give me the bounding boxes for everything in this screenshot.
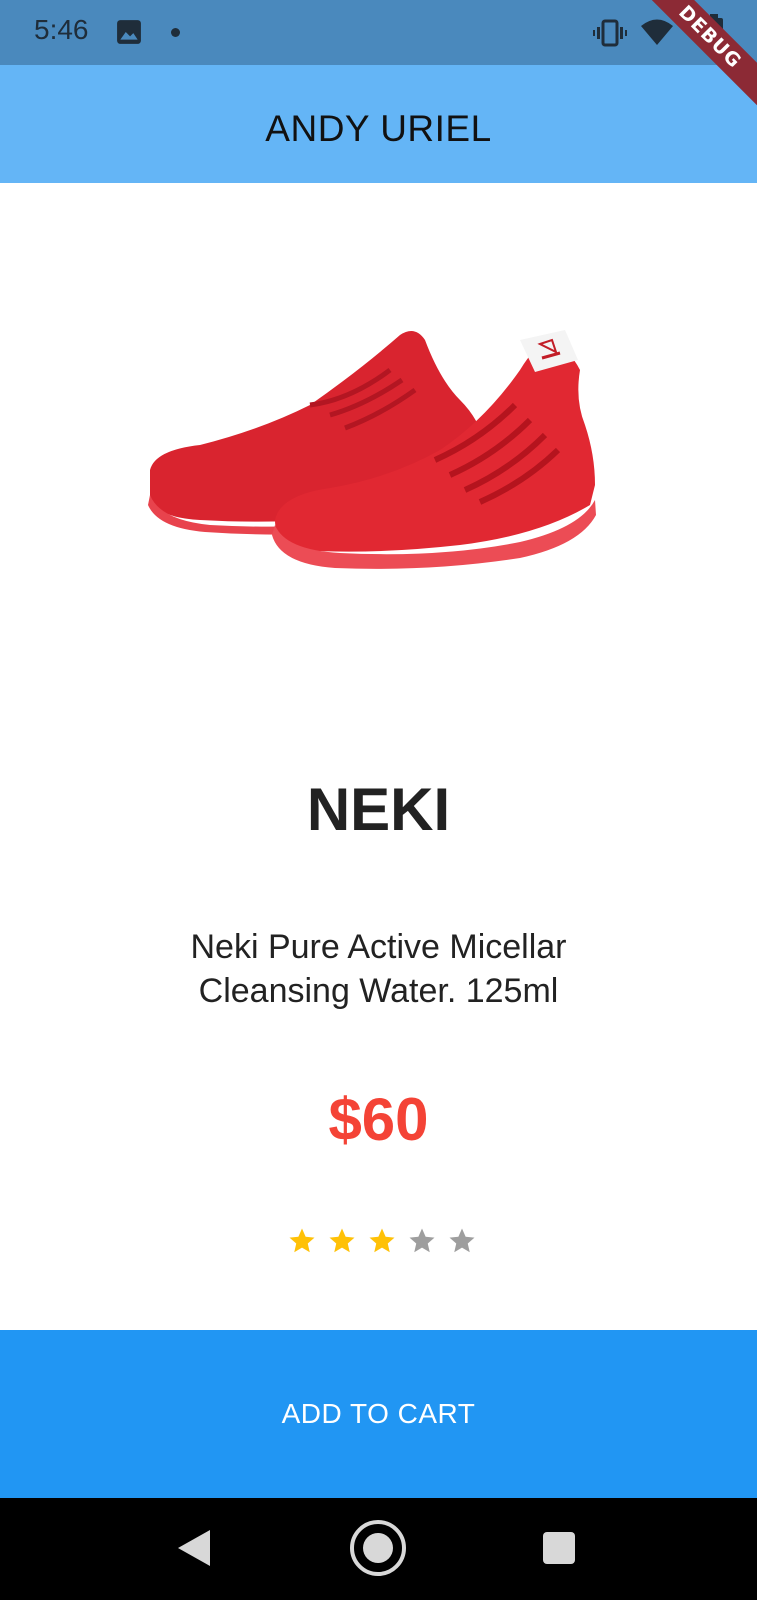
star-empty-icon <box>449 1228 475 1253</box>
star-empty-icon <box>409 1228 435 1253</box>
product-description: Neki Pure Active Micellar Cleansing Wate… <box>190 928 567 1010</box>
product-screen: 5:46 DEBUG ANDY URIEL NEKI Neki Pure Act… <box>0 0 757 1600</box>
back-icon[interactable] <box>176 1528 212 1568</box>
product-name: NEKI <box>306 776 451 843</box>
status-time: 5:46 <box>34 14 89 45</box>
wifi-icon <box>641 19 673 45</box>
notification-dot <box>171 28 180 37</box>
product-price: $60 <box>328 1086 429 1153</box>
home-icon[interactable] <box>348 1518 408 1578</box>
vibrate-icon <box>593 19 627 47</box>
star-filled-icon <box>289 1228 315 1253</box>
star-rating <box>287 1226 477 1260</box>
add-to-cart-button[interactable]: ADD TO CART <box>0 1330 757 1498</box>
recents-icon[interactable] <box>543 1532 575 1564</box>
status-bar: 5:46 DEBUG <box>0 0 757 122</box>
image-icon <box>117 20 141 44</box>
app-title: ANDY URIEL <box>265 108 492 149</box>
star-filled-icon <box>329 1228 355 1253</box>
star-filled-icon <box>369 1228 395 1253</box>
product-image <box>148 330 596 569</box>
navigation-bar <box>0 1498 757 1600</box>
app-bar: ANDY URIEL <box>0 65 757 183</box>
